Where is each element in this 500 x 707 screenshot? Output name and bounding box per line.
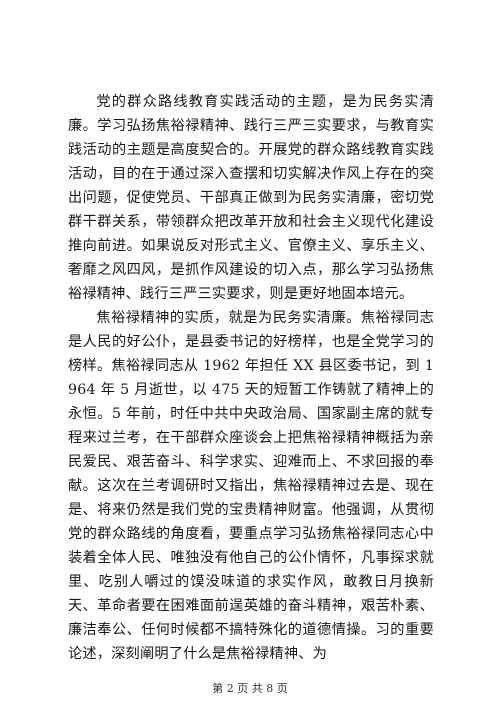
- document-page: 党的群众路线教育实践活动的主题，是为民务实清廉。学习弘扬焦裕禄精神、践行三严三实…: [0, 0, 500, 707]
- document-body: 党的群众路线教育实践活动的主题，是为民务实清廉。学习弘扬焦裕禄精神、践行三严三实…: [68, 90, 434, 666]
- paragraph-1: 党的群众路线教育实践活动的主题，是为民务实清廉。学习弘扬焦裕禄精神、践行三严三实…: [68, 94, 434, 302]
- page-footer: 第 2 页 共 8 页: [212, 682, 288, 695]
- paragraph-2: 焦裕禄精神的实质，就是为民务实清廉。焦裕禄同志是人民的好公仆，是县委书记的好榜样…: [68, 310, 434, 662]
